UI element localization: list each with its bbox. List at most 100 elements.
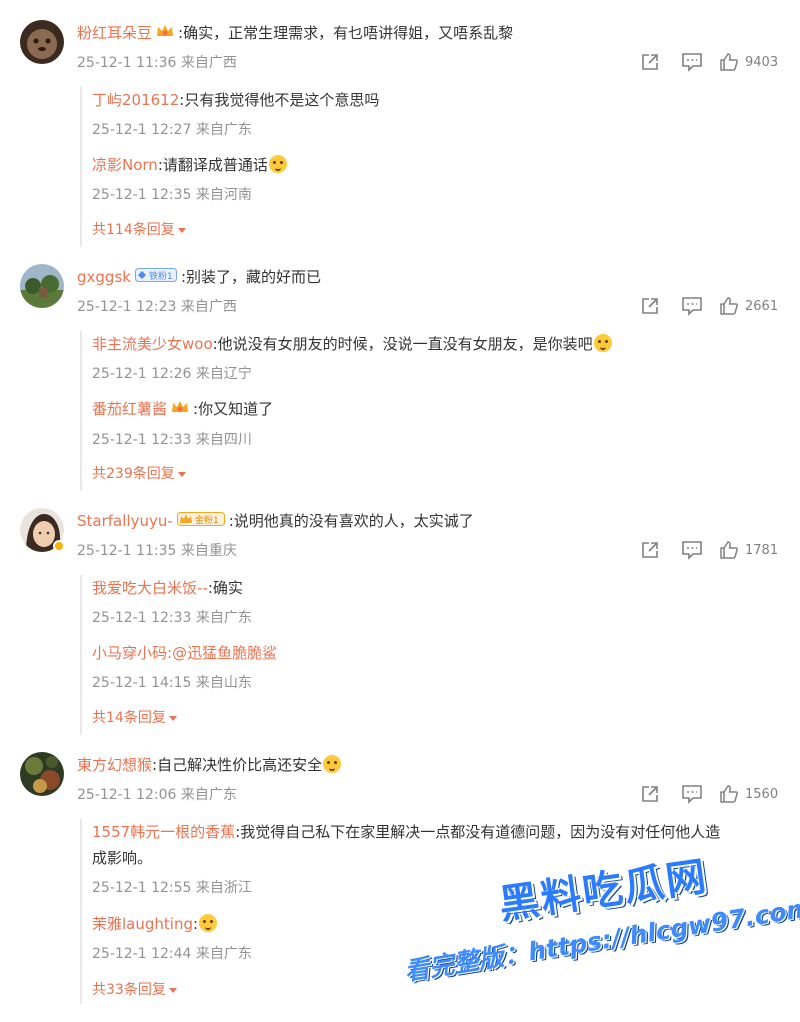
avatar[interactable]: [20, 20, 64, 64]
comment-text-line: 粉红耳朵豆:确实，正常生理需求，有乜唔讲得姐，又唔系乱黎: [77, 22, 513, 45]
reply-username[interactable]: 丁屿201612: [92, 91, 179, 109]
doge-emoji-icon: [593, 334, 612, 352]
reply-text-line: 凉影Norn:请翻译成普通话: [92, 152, 782, 178]
avatar[interactable]: [20, 264, 64, 308]
caret-down-icon: [177, 227, 186, 233]
reply-time: 25-12-1 14:15: [92, 675, 192, 691]
reply-location: 来自广东: [195, 122, 252, 138]
comment-username[interactable]: 東方幻想猴: [77, 756, 152, 774]
like-button[interactable]: 2661: [719, 296, 778, 316]
reply-content: :确实: [207, 579, 243, 597]
reply-username[interactable]: 我爱吃大白米饭--: [92, 579, 208, 597]
comment-meta: 25-12-1 11:36 来自广西: [77, 52, 237, 72]
reply-location: 来自四川: [195, 431, 252, 448]
avatar-image: [20, 20, 64, 64]
reply-meta: 25-12-1 12:33 来自广东: [92, 607, 782, 627]
comment-actions: 2661: [640, 296, 778, 316]
reply-item: 小马穿小码:@迅猛鱼脆脆鲨 25-12-1 14:15 来自山东: [92, 640, 782, 692]
comment-button[interactable]: [681, 540, 703, 560]
reply-meta: 25-12-1 12:55 来自浙江: [92, 877, 782, 897]
gold-fan-badge: 金粉1: [176, 511, 225, 533]
more-replies-link[interactable]: 共14条回复: [92, 707, 177, 727]
share-button[interactable]: [640, 540, 660, 560]
comment-location: 来自广东: [180, 787, 237, 803]
share-button[interactable]: [640, 296, 660, 316]
reply-time: 25-12-1 12:33: [92, 610, 192, 626]
reply-location: 来自河南: [195, 187, 252, 203]
comment-actions: 1781: [640, 540, 778, 560]
reply-content: :你又知道了: [193, 400, 274, 418]
comment-content: :别装了，藏的好而已: [180, 268, 322, 286]
reply-text-line: 丁屿201612:只有我觉得他不是这个意思吗: [92, 87, 782, 113]
more-replies-link[interactable]: 共33条回复: [92, 979, 177, 999]
reply-item: 凉影Norn:请翻译成普通话 25-12-1 12:35 来自河南: [92, 152, 782, 204]
comment-meta: 25-12-1 11:35 来自重庆: [77, 540, 237, 560]
like-count: 2661: [745, 298, 779, 314]
reply-item: 1557韩元一根的香蕉:我觉得自己私下在家里解决一点都没有道德问题，因为没有对任…: [92, 819, 782, 897]
share-button[interactable]: [640, 784, 660, 804]
reply-username[interactable]: 凉影Norn: [92, 156, 158, 174]
reply-username[interactable]: 非主流美少女woo: [92, 335, 213, 353]
reply-location: 来自山东: [195, 675, 252, 691]
crown-icon: [171, 397, 189, 423]
more-replies-label: 共239条回复: [92, 466, 175, 482]
reply-text-line: 1557韩元一根的香蕉:我觉得自己私下在家里解决一点都没有道德问题，因为没有对任…: [92, 819, 782, 845]
reply-list: 1557韩元一根的香蕉:我觉得自己私下在家里解决一点都没有道德问题，因为没有对任…: [80, 819, 780, 1004]
reply-content: :: [192, 915, 199, 933]
reply-item: 番茄红薯酱 :你又知道了 25-12-1 12:33 来自四川: [92, 396, 782, 449]
more-replies-label: 共14条回复: [92, 710, 166, 726]
reply-text-line: 我爱吃大白米饭--:确实: [92, 575, 782, 601]
avatar[interactable]: [20, 752, 64, 796]
reply-time: 25-12-1 12:33: [92, 431, 192, 448]
avatar-image: [20, 264, 64, 308]
comment-location: 来自广西: [180, 55, 237, 71]
like-button[interactable]: 1781: [719, 540, 778, 560]
shocked-emoji-icon: [268, 155, 287, 173]
reply-location: 来自广东: [195, 946, 252, 962]
reply-meta: 25-12-1 12:33 来自四川: [92, 429, 782, 449]
reply-item: 非主流美少女woo:他说没有女朋友的时候，没说一直没有女朋友，是你装吧 25-1…: [92, 331, 782, 383]
reply-meta: 25-12-1 12:26 来自辽宁: [92, 363, 782, 383]
like-button[interactable]: 9403: [719, 52, 778, 72]
reply-username[interactable]: 茉雅laughting: [92, 915, 193, 933]
reply-username[interactable]: 番茄红薯酱: [92, 400, 167, 418]
comment-button[interactable]: [681, 784, 703, 804]
reply-list: 丁屿201612:只有我觉得他不是这个意思吗 25-12-1 12:27 来自广…: [80, 87, 780, 247]
share-icon: [642, 786, 658, 802]
doge-emoji-icon: [323, 755, 342, 773]
comment-text-line: Starfallyuyu- 金粉1:说明他真的没有喜欢的人，太实诚了: [77, 510, 474, 533]
reply-text-line-continued: 成影响。: [92, 849, 153, 867]
comment-username[interactable]: 粉红耳朵豆: [77, 24, 152, 42]
more-replies-link[interactable]: 共239条回复: [92, 463, 186, 483]
comment-time: 25-12-1 12:23: [77, 299, 177, 315]
reply-username[interactable]: 1557韩元一根的香蕉: [92, 823, 235, 841]
comment-button[interactable]: [681, 296, 703, 316]
reply-item: 茉雅laughting: 25-12-1 12:44 来自广东: [92, 911, 782, 963]
share-icon: [642, 298, 658, 314]
mention-link[interactable]: :@迅猛鱼脆脆鲨: [167, 644, 277, 662]
comment-meta: 25-12-1 12:06 来自广东: [77, 784, 237, 804]
like-button[interactable]: 1560: [719, 784, 778, 804]
comment-actions: 1560: [640, 784, 778, 804]
reply-item: 我爱吃大白米饭--:确实 25-12-1 12:33 来自广东: [92, 575, 782, 627]
comment-actions: 9403: [640, 52, 778, 72]
reply-time: 25-12-1 12:35: [92, 187, 192, 203]
comment-time: 25-12-1 12:06: [77, 787, 177, 803]
comment-content: :自己解决性价比高还安全: [152, 756, 323, 774]
share-icon: [642, 542, 658, 558]
reply-text-line: 小马穿小码:@迅猛鱼脆脆鲨: [92, 640, 782, 666]
fan-badge-label: 铁粉1: [149, 270, 173, 282]
share-button[interactable]: [640, 52, 660, 72]
reply-username[interactable]: 小马穿小码: [92, 644, 167, 662]
comment-username[interactable]: Starfallyuyu-: [77, 512, 173, 530]
reply-text-line: 番茄红薯酱 :你又知道了: [92, 396, 782, 423]
comment-username[interactable]: gxggsk: [77, 268, 131, 286]
reply-text-line: 非主流美少女woo:他说没有女朋友的时候，没说一直没有女朋友，是你装吧: [92, 331, 782, 357]
comment-button[interactable]: [681, 52, 703, 72]
reply-list: 非主流美少女woo:他说没有女朋友的时候，没说一直没有女朋友，是你装吧 25-1…: [80, 331, 780, 491]
reply-location: 来自辽宁: [195, 366, 252, 382]
like-count: 1560: [745, 786, 779, 802]
more-replies-link[interactable]: 共114条回复: [92, 219, 186, 239]
thumbs-up-icon: [720, 297, 738, 315]
verified-badge-icon: [53, 540, 65, 552]
